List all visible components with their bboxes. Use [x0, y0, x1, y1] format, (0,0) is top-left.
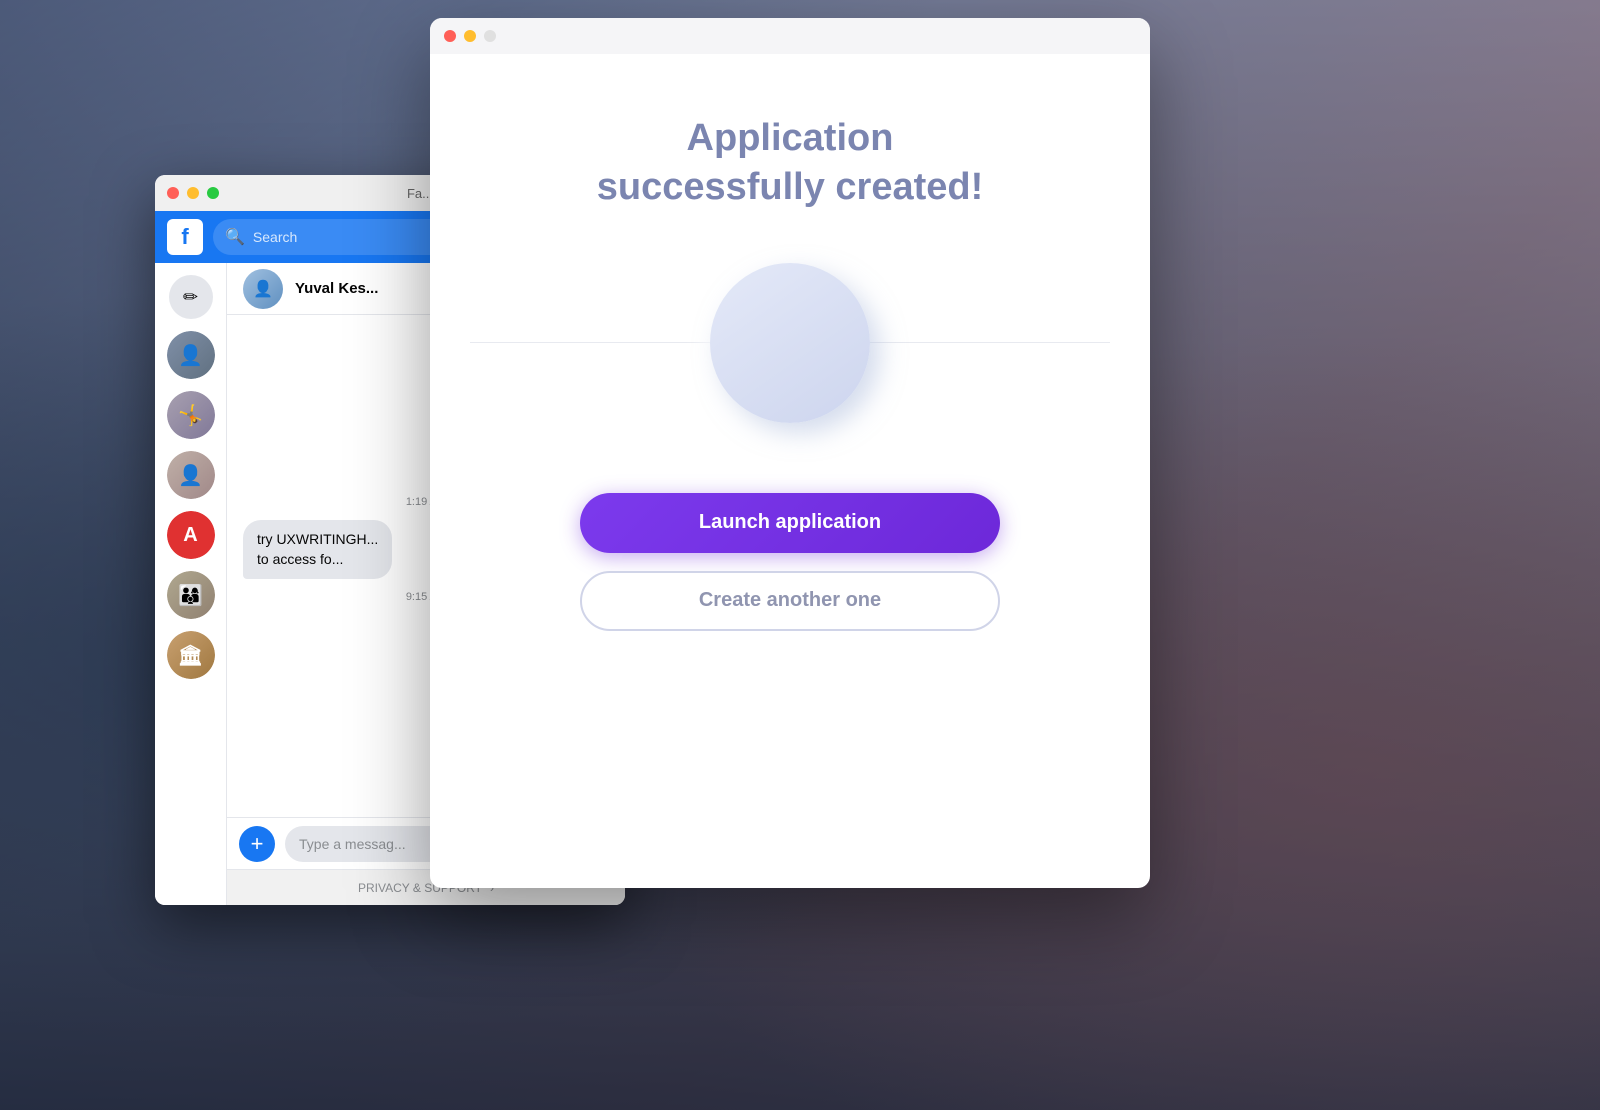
main-minimize-dot[interactable]: [464, 30, 476, 42]
success-line1: Application: [687, 117, 894, 159]
contact-avatar-4[interactable]: A: [167, 511, 215, 559]
success-icon: [710, 263, 870, 423]
attachment-button[interactable]: +: [239, 826, 275, 862]
fb-maximize-dot[interactable]: [207, 187, 219, 199]
contact-avatar-3[interactable]: 👤: [167, 451, 215, 499]
fb-logo: f: [167, 219, 203, 255]
success-line2: successfully created!: [597, 166, 984, 208]
contact-avatar-6[interactable]: 🏛: [167, 631, 215, 679]
contact-avatar-1[interactable]: 👤: [167, 331, 215, 379]
main-maximize-dot: [484, 30, 496, 42]
success-content: Application successfully created! Launch…: [430, 54, 1150, 888]
chat-contact-name: Yuval Kes...: [295, 280, 378, 297]
compose-button[interactable]: ✏: [169, 275, 213, 319]
launch-application-button[interactable]: Launch application: [580, 493, 1000, 553]
main-titlebar: [430, 18, 1150, 54]
fb-contacts-sidebar: ✏ 👤 🤸 👤 A 👨‍👩‍👦 🏛: [155, 263, 227, 905]
fb-minimize-dot[interactable]: [187, 187, 199, 199]
contact-avatar-5[interactable]: 👨‍👩‍👦: [167, 571, 215, 619]
message-bubble-2: try UXWRITINGH...to access fo...: [243, 520, 392, 579]
success-title: Application successfully created!: [597, 114, 984, 213]
contact-avatar-2[interactable]: 🤸: [167, 391, 215, 439]
success-icon-section: [470, 263, 1110, 423]
chat-contact-avatar: 👤: [243, 269, 283, 309]
search-icon: 🔍: [225, 227, 245, 247]
main-close-dot[interactable]: [444, 30, 456, 42]
fb-close-dot[interactable]: [167, 187, 179, 199]
create-another-button[interactable]: Create another one: [580, 571, 1000, 631]
main-app-window: Application successfully created! Launch…: [430, 18, 1150, 888]
